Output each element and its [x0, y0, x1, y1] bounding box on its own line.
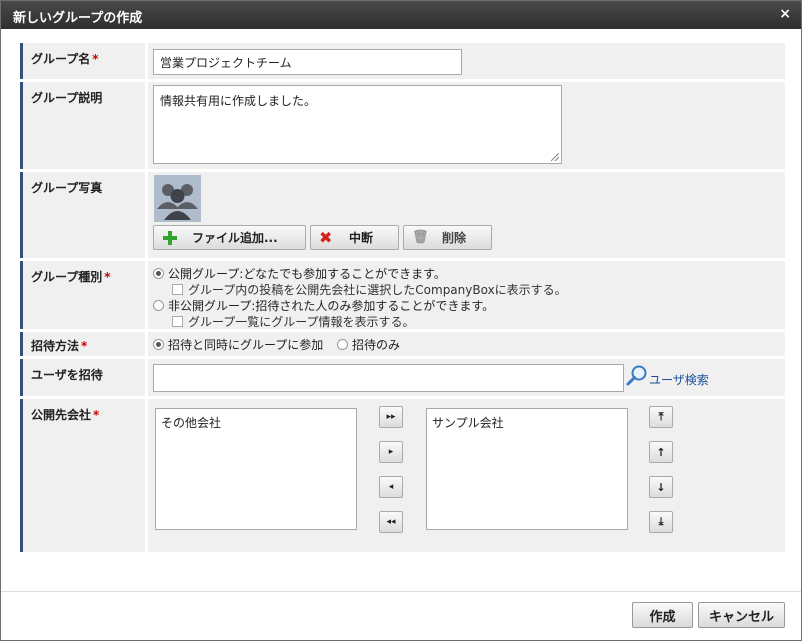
group-description-label: グループ説明 [20, 82, 145, 169]
private-sub-option-label: グループ一覧にグループ情報を表示する。 [188, 315, 415, 329]
required-mark: * [104, 270, 111, 284]
private-group-option-label: 非公開グループ:招待された人のみ参加することができます。 [168, 299, 495, 313]
group-type-field-cell: 公開グループ:どなたでも参加することができます。 グループ内の投稿を公開先会社に… [148, 261, 785, 329]
group-type-label-text: グループ種別 [31, 270, 103, 284]
list-item[interactable]: サンプル会社 [432, 414, 622, 431]
move-top-button[interactable]: ⤒ [649, 406, 673, 428]
cross-icon: ✖ [319, 227, 333, 247]
footer-divider [1, 591, 801, 592]
move-right-button[interactable]: ▸ [379, 441, 403, 463]
dialog-title: 新しいグループの作成 [13, 11, 143, 26]
move-bottom-button[interactable]: ⤓ [649, 511, 673, 533]
public-companies-field-cell: その他会社 ▸▸ ▸ ◂ ◂◂ サンプル会社 ⤒ ↑ ↓ ⤓ [148, 399, 785, 552]
public-sub-option-label: グループ内の投稿を公開先会社に選択したCompanyBoxに表示する。 [188, 283, 567, 297]
resize-grip-icon[interactable] [551, 153, 559, 161]
public-sub-checkbox[interactable] [172, 284, 183, 295]
list-item[interactable]: その他会社 [161, 414, 351, 431]
cancel-upload-button[interactable]: ✖ 中断 [310, 225, 399, 250]
required-mark: * [93, 408, 100, 422]
user-search-link[interactable]: ユーザ検索 [649, 371, 709, 388]
public-group-option-label: 公開グループ:どなたでも参加することができます。 [168, 267, 446, 281]
available-companies-list[interactable]: その他会社 [155, 408, 357, 530]
delete-photo-button[interactable]: 🗑 削除 [403, 225, 492, 250]
row-group-type: グループ種別 * 公開グループ:どなたでも参加することができます。 グループ内の投… [20, 261, 785, 329]
trash-icon: 🗑 [412, 229, 429, 245]
invite-users-field-cell: ユーザ検索 [148, 359, 785, 396]
invite-join-option[interactable]: 招待と同時にグループに参加 招待のみ [153, 336, 400, 353]
public-companies-label: 公開先会社 * [20, 399, 145, 552]
group-name-label: グループ名 * [20, 43, 145, 79]
required-mark: * [92, 52, 99, 66]
group-name-field-cell [148, 43, 785, 79]
delete-photo-label: 削除 [442, 231, 467, 245]
dialog-titlebar: 新しいグループの作成 × [1, 1, 801, 29]
group-avatar-icon [154, 175, 201, 222]
public-companies-label-text: 公開先会社 [31, 408, 92, 422]
public-group-option[interactable]: 公開グループ:どなたでも参加することができます。 [153, 265, 446, 282]
row-group-photo: グループ写真 ファイル追加... ✖ 中断 🗑 削除 [20, 172, 785, 258]
move-all-right-button[interactable]: ▸▸ [379, 406, 403, 428]
group-description-label-text: グループ説明 [31, 91, 103, 105]
private-sub-option[interactable]: グループ一覧にグループ情報を表示する。 [172, 313, 415, 330]
private-sub-checkbox[interactable] [172, 316, 183, 327]
group-name-label-text: グループ名 [31, 52, 91, 66]
group-description-textarea[interactable]: 情報共有用に作成しました。 [153, 85, 562, 164]
required-mark: * [81, 339, 88, 353]
invite-join-label: 招待と同時にグループに参加 [168, 338, 324, 352]
cancel-upload-label: 中断 [349, 231, 374, 245]
row-invite-users: ユーザを招待 ユーザ検索 [20, 359, 785, 396]
move-up-button[interactable]: ↑ [649, 441, 673, 463]
create-button[interactable]: 作成 [632, 602, 693, 628]
public-group-radio[interactable] [153, 268, 164, 279]
invite-users-label: ユーザを招待 [20, 359, 145, 396]
private-group-option[interactable]: 非公開グループ:招待された人のみ参加することができます。 [153, 297, 494, 314]
move-all-left-button[interactable]: ◂◂ [379, 511, 403, 533]
group-description-text: 情報共有用に作成しました。 [160, 94, 317, 108]
group-photo-label-text: グループ写真 [31, 181, 103, 195]
group-name-input[interactable] [153, 49, 462, 75]
magnifier-icon[interactable] [626, 364, 648, 389]
group-form: グループ名* グループ説明 情報共有用に作成しました。 グループ写真 [20, 43, 785, 555]
add-file-label: ファイル追加... [192, 231, 278, 245]
public-sub-option[interactable]: グループ内の投稿を公開先会社に選択したCompanyBoxに表示する。 [172, 281, 567, 298]
row-invite-method: 招待方法 * 招待と同時にグループに参加 招待のみ [20, 332, 785, 356]
cancel-button[interactable]: キャンセル [698, 602, 785, 628]
group-photo-field-cell: ファイル追加... ✖ 中断 🗑 削除 [148, 172, 785, 258]
invite-users-input[interactable] [153, 364, 624, 392]
plus-icon [162, 230, 178, 246]
move-down-button[interactable]: ↓ [649, 476, 673, 498]
close-icon[interactable]: × [779, 6, 791, 22]
invite-only-label: 招待のみ [351, 338, 400, 352]
selected-companies-list[interactable]: サンプル会社 [426, 408, 628, 530]
private-group-radio[interactable] [153, 300, 164, 311]
invite-only-radio[interactable] [336, 339, 348, 350]
invite-users-label-text: ユーザを招待 [31, 368, 103, 382]
group-photo-label: グループ写真 [20, 172, 145, 258]
create-group-dialog: 新しいグループの作成 × グループ名* グループ説明 情報共有用に作成しました。 [0, 0, 802, 641]
group-type-label: グループ種別 * [20, 261, 145, 329]
invite-join-radio[interactable] [153, 339, 164, 350]
invite-method-label-text: 招待方法 [31, 339, 80, 353]
invite-method-label: 招待方法 * [20, 332, 145, 356]
row-public-companies: 公開先会社 * その他会社 ▸▸ ▸ ◂ ◂◂ サンプル会社 ⤒ ↑ ↓ ⤓ [20, 399, 785, 552]
group-description-field-cell: 情報共有用に作成しました。 [148, 82, 785, 169]
move-left-button[interactable]: ◂ [379, 476, 403, 498]
row-group-name: グループ名 * [20, 43, 785, 79]
add-file-button[interactable]: ファイル追加... [153, 225, 306, 250]
row-group-description: グループ説明 情報共有用に作成しました。 [20, 82, 785, 169]
invite-method-field-cell: 招待と同時にグループに参加 招待のみ [148, 332, 785, 356]
